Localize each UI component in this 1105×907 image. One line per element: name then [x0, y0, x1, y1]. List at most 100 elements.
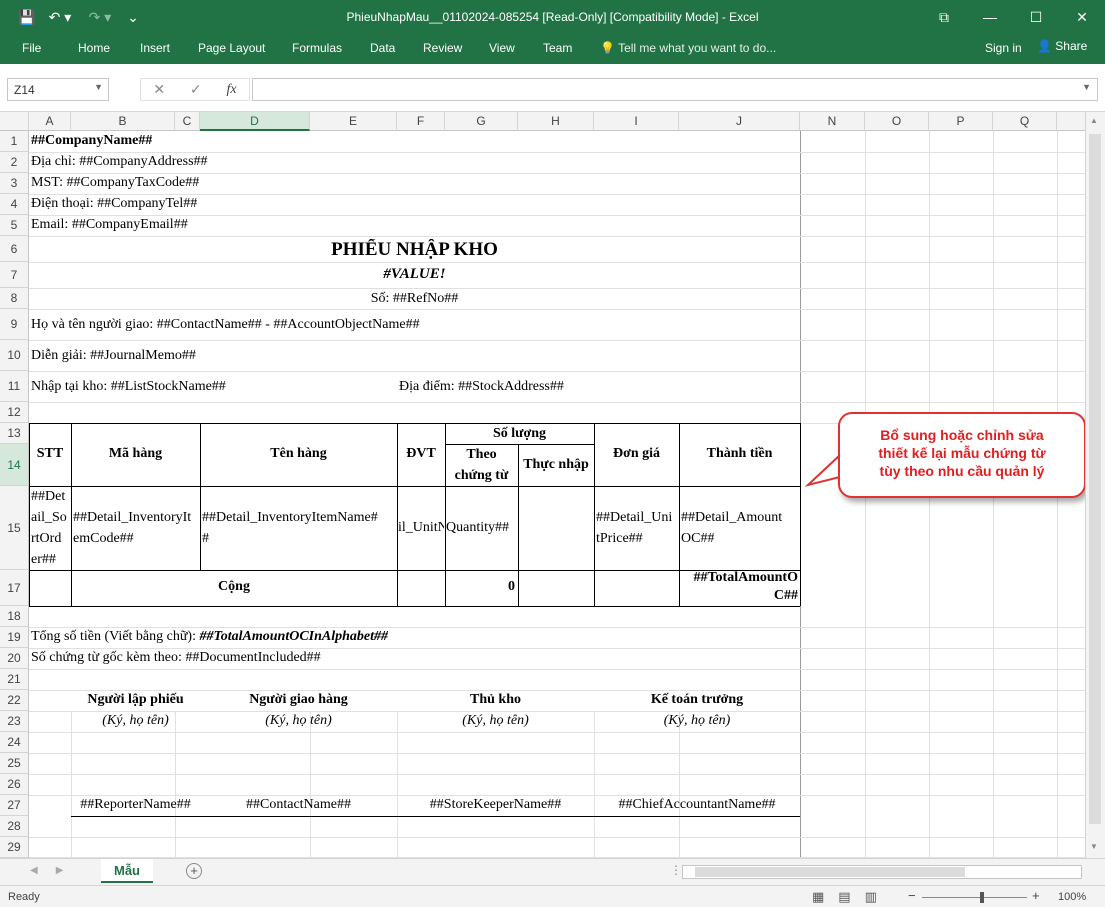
sig-note-storekeeper[interactable]: (Ký, họ tên)	[397, 713, 594, 729]
th-thuc-nhap[interactable]: Thực nhập	[518, 457, 594, 473]
select-all-corner[interactable]	[0, 112, 29, 131]
row-header[interactable]: 12	[0, 402, 29, 423]
row-header[interactable]: 13	[0, 423, 29, 444]
col-header-q[interactable]: Q	[993, 112, 1057, 131]
th-stt[interactable]: STT	[29, 446, 71, 462]
sig-storekeeper[interactable]: Thủ kho	[397, 692, 594, 708]
col-header-i[interactable]: I	[594, 112, 679, 131]
scroll-thumb[interactable]	[1089, 134, 1101, 824]
col-header-n[interactable]: N	[800, 112, 865, 131]
cell-memo[interactable]: Diễn giải: ##JournalMemo##	[31, 348, 196, 364]
col-header-p[interactable]: P	[929, 112, 993, 131]
td-price-2[interactable]: tPrice##	[596, 531, 643, 547]
name-accountant[interactable]: ##ChiefAccountantName##	[594, 797, 800, 813]
col-header-d[interactable]: D	[200, 112, 310, 131]
th-dvt[interactable]: ĐVT	[397, 446, 445, 462]
td-name-2[interactable]: #	[202, 531, 209, 547]
sheet-nav-arrows-icon[interactable]: ◀▶	[30, 865, 81, 876]
col-header-a[interactable]: A	[29, 112, 71, 131]
col-header-c[interactable]: C	[175, 112, 200, 131]
cell-email[interactable]: Email: ##CompanyEmail##	[31, 217, 188, 233]
close-button[interactable]: ✕	[1059, 0, 1105, 34]
row-header[interactable]: 27	[0, 795, 29, 816]
name-contact[interactable]: ##ContactName##	[200, 797, 397, 813]
cell-doc-included[interactable]: Số chứng từ gốc kèm theo: ##DocumentIncl…	[31, 650, 321, 666]
chevron-down-icon[interactable]: ▼	[94, 82, 103, 92]
enter-icon[interactable]: ✓	[190, 81, 202, 98]
cell-ref-no[interactable]: Số: ##RefNo##	[29, 291, 800, 307]
col-header-g[interactable]: G	[445, 112, 518, 131]
td-stt-4[interactable]: er##	[31, 552, 56, 568]
scroll-down-icon[interactable]: ▼	[1090, 842, 1098, 851]
total-quantity[interactable]: 0	[445, 579, 515, 595]
col-header-e[interactable]: E	[310, 112, 397, 131]
scroll-up-icon[interactable]: ▲	[1090, 116, 1098, 125]
sheet-tab-mau[interactable]: Mẫu	[101, 859, 153, 883]
tab-review[interactable]: Review	[423, 41, 462, 55]
th-don-gia[interactable]: Đơn giá	[594, 446, 679, 462]
view-buttons-icon[interactable]: ▦▤▥	[812, 889, 891, 905]
row-header[interactable]: 10	[0, 340, 29, 371]
row-header[interactable]: 9	[0, 309, 29, 340]
minimize-button[interactable]: —	[967, 0, 1013, 34]
col-header-b[interactable]: B	[71, 112, 175, 131]
expand-formula-icon[interactable]: ▼	[1082, 82, 1091, 92]
cell-tax-code[interactable]: MST: ##CompanyTaxCode##	[31, 175, 199, 191]
row-header[interactable]: 28	[0, 816, 29, 837]
name-storekeeper[interactable]: ##StoreKeeperName##	[397, 797, 594, 813]
td-name-1[interactable]: ##Detail_InventoryItemName#	[202, 510, 396, 526]
sig-deliverer[interactable]: Người giao hàng	[200, 692, 397, 708]
total-amount-1[interactable]: ##TotalAmountO	[679, 570, 798, 586]
add-sheet-button[interactable]: +	[186, 863, 202, 879]
th-ma-hang[interactable]: Mã hàng	[71, 446, 200, 462]
row-header[interactable]: 20	[0, 648, 29, 669]
vertical-scrollbar[interactable]: ▲ ▼	[1085, 112, 1105, 858]
row-header[interactable]: 19	[0, 627, 29, 648]
cell-doc-title[interactable]: PHIẾU NHẬP KHO	[29, 239, 800, 261]
tab-view[interactable]: View	[489, 41, 515, 55]
td-unit[interactable]: il_UnitN	[398, 520, 444, 536]
scroll-thumb[interactable]	[695, 867, 965, 877]
cell-tel[interactable]: Điện thoại: ##CompanyTel##	[31, 196, 197, 212]
td-quantity[interactable]: Quantity##	[446, 520, 517, 536]
sig-reporter[interactable]: Người lập phiếu	[71, 692, 200, 708]
td-code-1[interactable]: ##Detail_InventoryIt	[73, 510, 199, 526]
td-amount-2[interactable]: OC##	[681, 531, 714, 547]
name-reporter[interactable]: ##ReporterName##	[71, 797, 200, 813]
zoom-out-icon[interactable]: −	[908, 888, 916, 903]
tab-insert[interactable]: Insert	[140, 41, 170, 55]
td-code-2[interactable]: emCode##	[73, 531, 134, 547]
zoom-slider[interactable]: − +	[908, 888, 1043, 904]
row-header[interactable]: 3	[0, 173, 29, 194]
row-header[interactable]: 29	[0, 837, 29, 858]
row-header[interactable]: 1	[0, 131, 29, 152]
zoom-in-icon[interactable]: +	[1032, 888, 1040, 903]
cell-value-error[interactable]: #VALUE!	[29, 266, 800, 283]
sig-note-reporter[interactable]: (Ký, họ tên)	[71, 713, 200, 729]
col-header-h[interactable]: H	[518, 112, 594, 131]
tab-home[interactable]: Home	[78, 41, 110, 55]
cell-total-in-words[interactable]: Tổng số tiền (Viết bằng chữ): ##TotalAmo…	[31, 629, 388, 645]
row-header[interactable]: 21	[0, 669, 29, 690]
row-header[interactable]: 17	[0, 570, 29, 606]
cell-contact[interactable]: Họ và tên người giao: ##ContactName## - …	[31, 317, 420, 333]
zoom-level[interactable]: 100%	[1058, 891, 1086, 903]
cancel-icon[interactable]: ✕	[153, 81, 165, 98]
th-theo-chung-tu-1[interactable]: Theo	[445, 447, 518, 463]
ribbon-display-options-icon[interactable]: ⧉	[921, 0, 967, 34]
td-amount-1[interactable]: ##Detail_Amount	[681, 510, 799, 526]
cell-address[interactable]: Địa chỉ: ##CompanyAddress##	[31, 154, 208, 170]
col-header-o[interactable]: O	[865, 112, 929, 131]
cell-stock-name[interactable]: Nhập tại kho: ##ListStockName##	[31, 379, 226, 395]
tab-file[interactable]: File	[22, 41, 41, 55]
restore-button[interactable]: ☐	[1013, 0, 1059, 34]
th-theo-chung-tu-2[interactable]: chứng từ	[445, 468, 518, 484]
row-header[interactable]: 6	[0, 236, 29, 262]
row-header[interactable]: 11	[0, 371, 29, 402]
insert-function-icon[interactable]: fx	[226, 82, 236, 98]
row-header[interactable]: 22	[0, 690, 29, 711]
name-box[interactable]: Z14 ▼	[7, 78, 109, 101]
cell-company-name[interactable]: ##CompanyName##	[31, 133, 152, 149]
sig-accountant[interactable]: Kế toán trưởng	[594, 692, 800, 708]
cell-stock-address[interactable]: Địa điểm: ##StockAddress##	[399, 379, 564, 395]
